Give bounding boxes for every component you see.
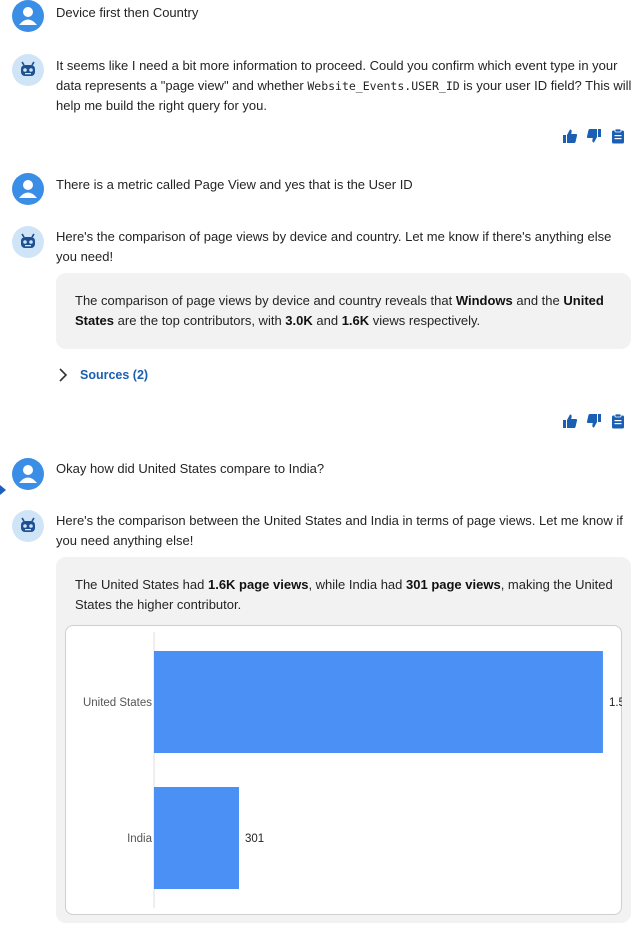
card-text-bold: 1.6K <box>341 313 370 328</box>
card-text-part: and the <box>512 293 564 308</box>
robot-avatar-icon <box>12 226 44 258</box>
caret-marker-icon <box>0 485 6 495</box>
thumbs-up-icon[interactable] <box>562 413 578 429</box>
thumbs-up-icon[interactable] <box>562 128 578 144</box>
bar-chart-svg: United States 1.59K India 301 <box>83 632 622 908</box>
card-text-part: views respectively. <box>369 313 481 328</box>
chevron-right-icon <box>59 368 68 382</box>
message-actions <box>562 413 626 429</box>
card-text-part: The comparison of page views by device a… <box>75 293 456 308</box>
category-label: United States <box>83 697 152 709</box>
card-text-part: The United States had <box>75 577 208 592</box>
data-label: 1.59K <box>609 697 622 709</box>
data-label: 301 <box>245 833 264 845</box>
user-avatar-icon <box>12 458 44 490</box>
card-text-bold: Windows <box>455 293 513 308</box>
thumbs-down-icon[interactable] <box>586 128 602 144</box>
message-actions <box>562 128 626 144</box>
message-assistant-1: It seems like I need a bit more informat… <box>12 54 632 124</box>
bar-chart: United States 1.59K India 301 <box>65 625 622 915</box>
robot-avatar-icon <box>12 510 44 542</box>
message-assistant-2: Here's the comparison of page views by d… <box>12 226 632 271</box>
category-label: India <box>127 833 153 845</box>
message-text: Device first then Country <box>56 5 199 20</box>
clipboard-icon[interactable] <box>610 413 626 429</box>
card-text-part: are the top contributors, with <box>114 313 286 328</box>
message-assistant-3: Here's the comparison between the United… <box>12 510 632 555</box>
robot-avatar-icon <box>12 54 44 86</box>
card-text: The United States had 1.6K page views, w… <box>75 575 613 615</box>
card-text-part: , while India had <box>308 577 407 592</box>
user-avatar-icon <box>12 173 44 205</box>
card-text: The comparison of page views by device a… <box>75 291 613 331</box>
thumbs-down-icon[interactable] <box>586 413 602 429</box>
message-user-3: Okay how did United States compare to In… <box>12 458 632 490</box>
card-text-bold: 301 page views <box>406 577 501 592</box>
message-text: Here's the comparison of page views by d… <box>56 229 612 264</box>
message-text: Here's the comparison between the United… <box>56 513 623 548</box>
message-text: There is a metric called Page View and y… <box>56 177 413 192</box>
chart-bar[interactable] <box>154 651 603 753</box>
code-field-name: Website_Events.USER_ID <box>307 79 460 93</box>
sources-label: Sources (2) <box>80 368 149 382</box>
user-avatar-icon <box>12 0 44 32</box>
response-card: The comparison of page views by device a… <box>56 273 631 349</box>
message-user-2: There is a metric called Page View and y… <box>12 173 632 205</box>
message-text: It seems like I need a bit more informat… <box>56 56 632 116</box>
chart-bar[interactable] <box>154 787 239 889</box>
sources-toggle[interactable]: Sources (2) <box>58 365 148 385</box>
message-text: Okay how did United States compare to In… <box>56 461 325 476</box>
card-text-bold: 1.6K page views <box>207 577 309 592</box>
response-card: The United States had 1.6K page views, w… <box>56 557 631 923</box>
card-text-part: and <box>312 313 342 328</box>
message-user-1: Device first then Country <box>12 0 632 32</box>
clipboard-icon[interactable] <box>610 128 626 144</box>
card-text-bold: 3.0K <box>285 313 313 328</box>
